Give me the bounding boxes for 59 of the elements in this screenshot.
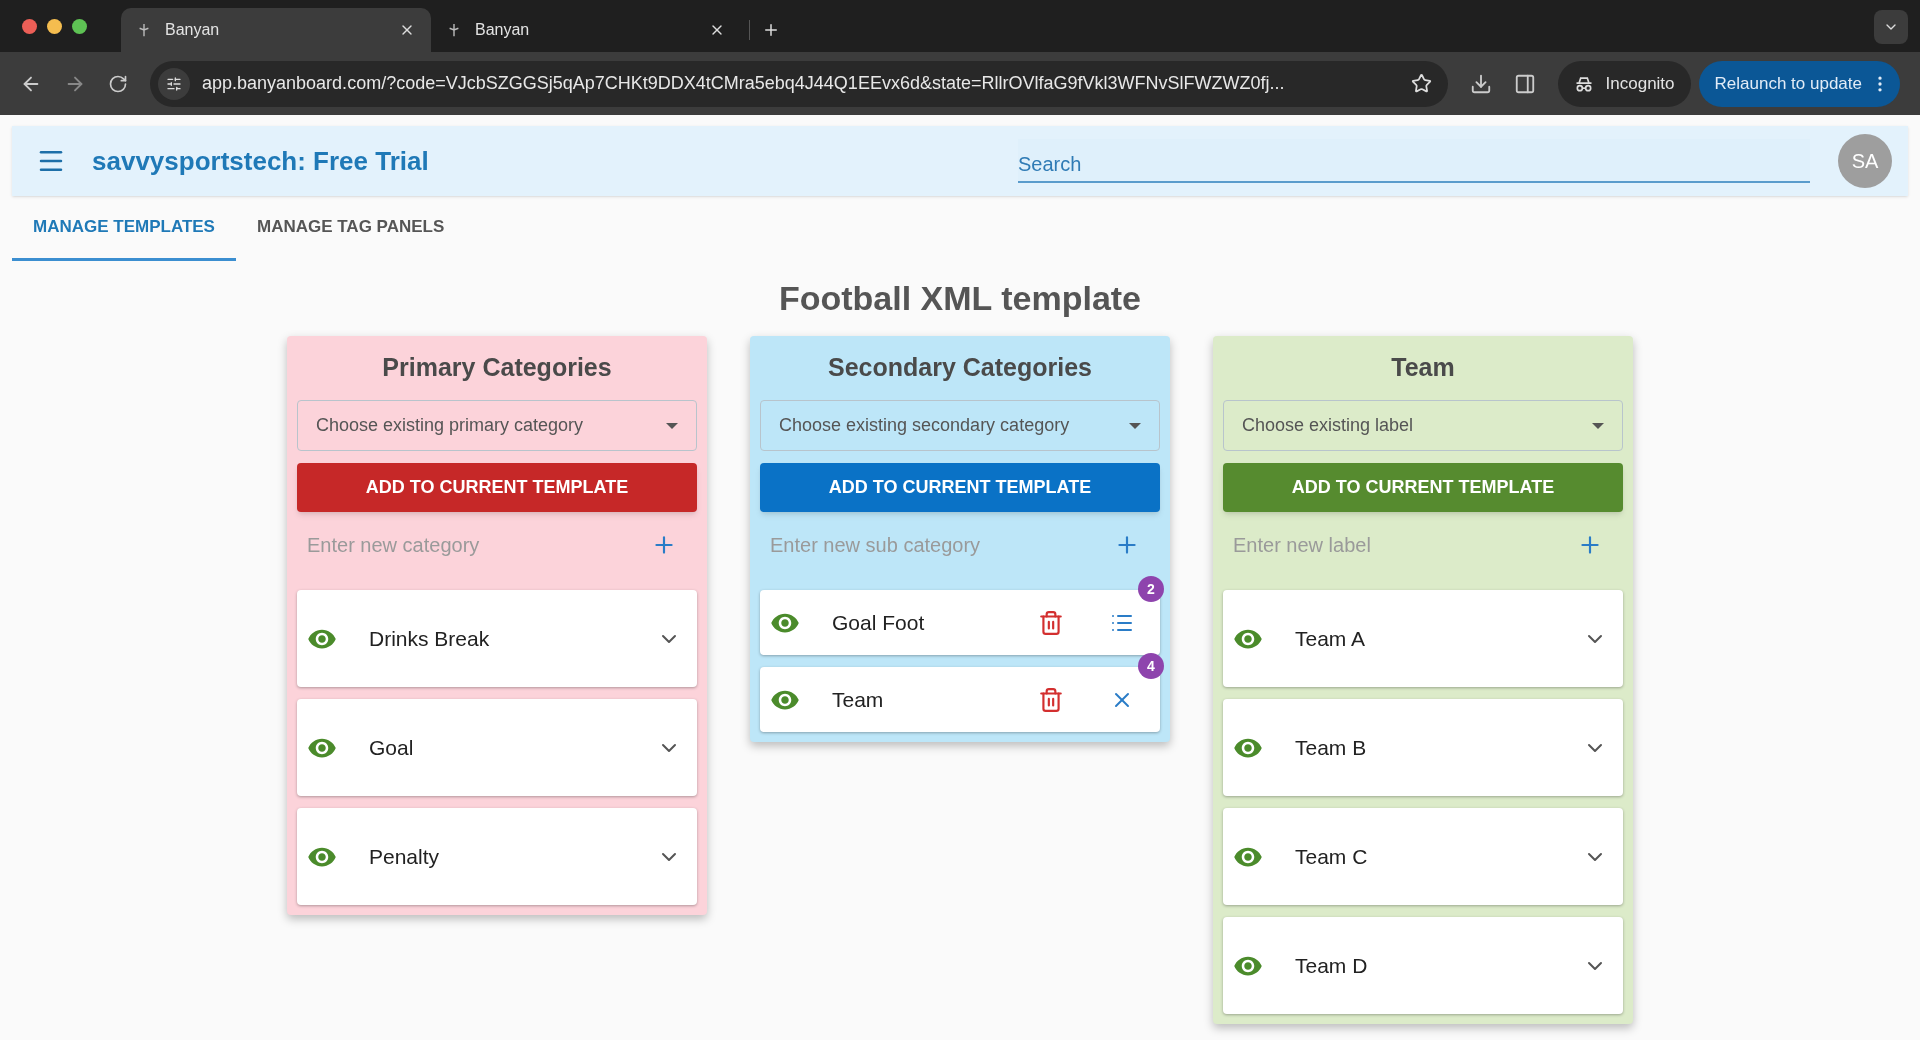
sliders-icon: [166, 75, 182, 92]
dropdown-caret-icon: [666, 422, 678, 429]
side-panel-icon[interactable]: [1513, 72, 1536, 95]
item-label: Drinks Break: [369, 625, 491, 652]
item-label: Team A: [1295, 625, 1367, 652]
delete-icon[interactable]: [1038, 609, 1064, 636]
relaunch-button[interactable]: Relaunch to update: [1698, 60, 1900, 107]
category-item[interactable]: Penalty: [297, 808, 697, 905]
new-tab-icon[interactable]: [762, 21, 780, 39]
template-title: Football XML template: [778, 278, 1142, 319]
count-badge: 4: [1138, 653, 1164, 679]
add-to-template-button[interactable]: ADD TO CURRENT TEMPLATE: [1223, 463, 1623, 512]
add-to-template-button[interactable]: ADD TO CURRENT TEMPLATE: [297, 463, 697, 512]
category-dropdown[interactable]: Choose existing label: [1223, 400, 1623, 451]
leaf-icon: [137, 23, 151, 37]
tab-search-button[interactable]: [1874, 10, 1908, 44]
new-item-field[interactable]: Enter new sub category: [770, 530, 1114, 560]
count-badge: 2: [1138, 576, 1164, 602]
item-label: Penalty: [369, 843, 441, 870]
card-title: Secondary Categories: [828, 352, 1092, 384]
category-item[interactable]: Team C: [1223, 808, 1623, 905]
category-item[interactable]: Goal: [297, 699, 697, 796]
item-label: Team B: [1295, 734, 1368, 761]
new-item-field[interactable]: Enter new category: [307, 530, 651, 560]
tab-title: Banyan: [475, 20, 531, 40]
incognito-label: Incognito: [1605, 72, 1675, 95]
card-title: Team: [1391, 352, 1455, 384]
tab-title: Banyan: [165, 20, 221, 40]
delete-icon[interactable]: [1038, 686, 1064, 713]
page-tab[interactable]: MANAGE TEMPLATES: [12, 196, 236, 261]
browser-tab[interactable]: Banyan: [431, 8, 741, 52]
card-title: Primary Categories: [382, 352, 612, 384]
item-label: Team: [832, 686, 885, 713]
dropdown-caret-icon: [1592, 422, 1604, 429]
item-label: Goal: [369, 734, 415, 761]
url-text: app.banyanboard.com/?code=VJcbSZGGSj5qAp7CHKt9DDX4tCMra5ebq4J44Q1EEvx6d&state=RllrOVlfaG9fVkl3WFNvSlFWZWZ0fj...: [202, 72, 1286, 95]
new-item-field[interactable]: Enter new label: [1233, 530, 1577, 560]
leaf-icon: [447, 23, 461, 37]
category-item[interactable]: Team B: [1223, 699, 1623, 796]
add-to-template-button[interactable]: ADD TO CURRENT TEMPLATE: [760, 463, 1160, 512]
item-label: Goal Foot: [832, 609, 926, 636]
item-label: Team D: [1295, 952, 1369, 979]
app-title: savvysportstech: Free Trial: [92, 144, 429, 178]
incognito-badge[interactable]: Incognito: [1557, 60, 1691, 107]
address-bar[interactable]: app.banyanboard.com/?code=VJcbSZGGSj5qAp7CHKt9DDX4tCMra5ebq4J44Q1EEvx6d&state=RllrOVlfaG9fVkl3WFNvSlFWZWZ0fj...: [150, 60, 1448, 107]
reload-icon[interactable]: [108, 73, 128, 94]
bookmark-star-icon[interactable]: [1410, 73, 1432, 94]
browser-tab[interactable]: Banyan: [121, 8, 431, 52]
category-item[interactable]: Drinks Break: [297, 590, 697, 687]
category-item[interactable]: Team D: [1223, 917, 1623, 1014]
category-item[interactable]: Team A: [1223, 590, 1623, 687]
item-label: Team C: [1295, 843, 1369, 870]
page-tab[interactable]: MANAGE TAG PANELS: [235, 196, 466, 261]
download-icon[interactable]: [1469, 72, 1492, 95]
category-dropdown[interactable]: Choose existing secondary category: [760, 400, 1160, 451]
search-field[interactable]: Search: [1018, 139, 1810, 183]
dropdown-caret-icon: [1129, 422, 1141, 429]
category-dropdown[interactable]: Choose existing primary category: [297, 400, 697, 451]
site-info-button[interactable]: [158, 67, 190, 100]
